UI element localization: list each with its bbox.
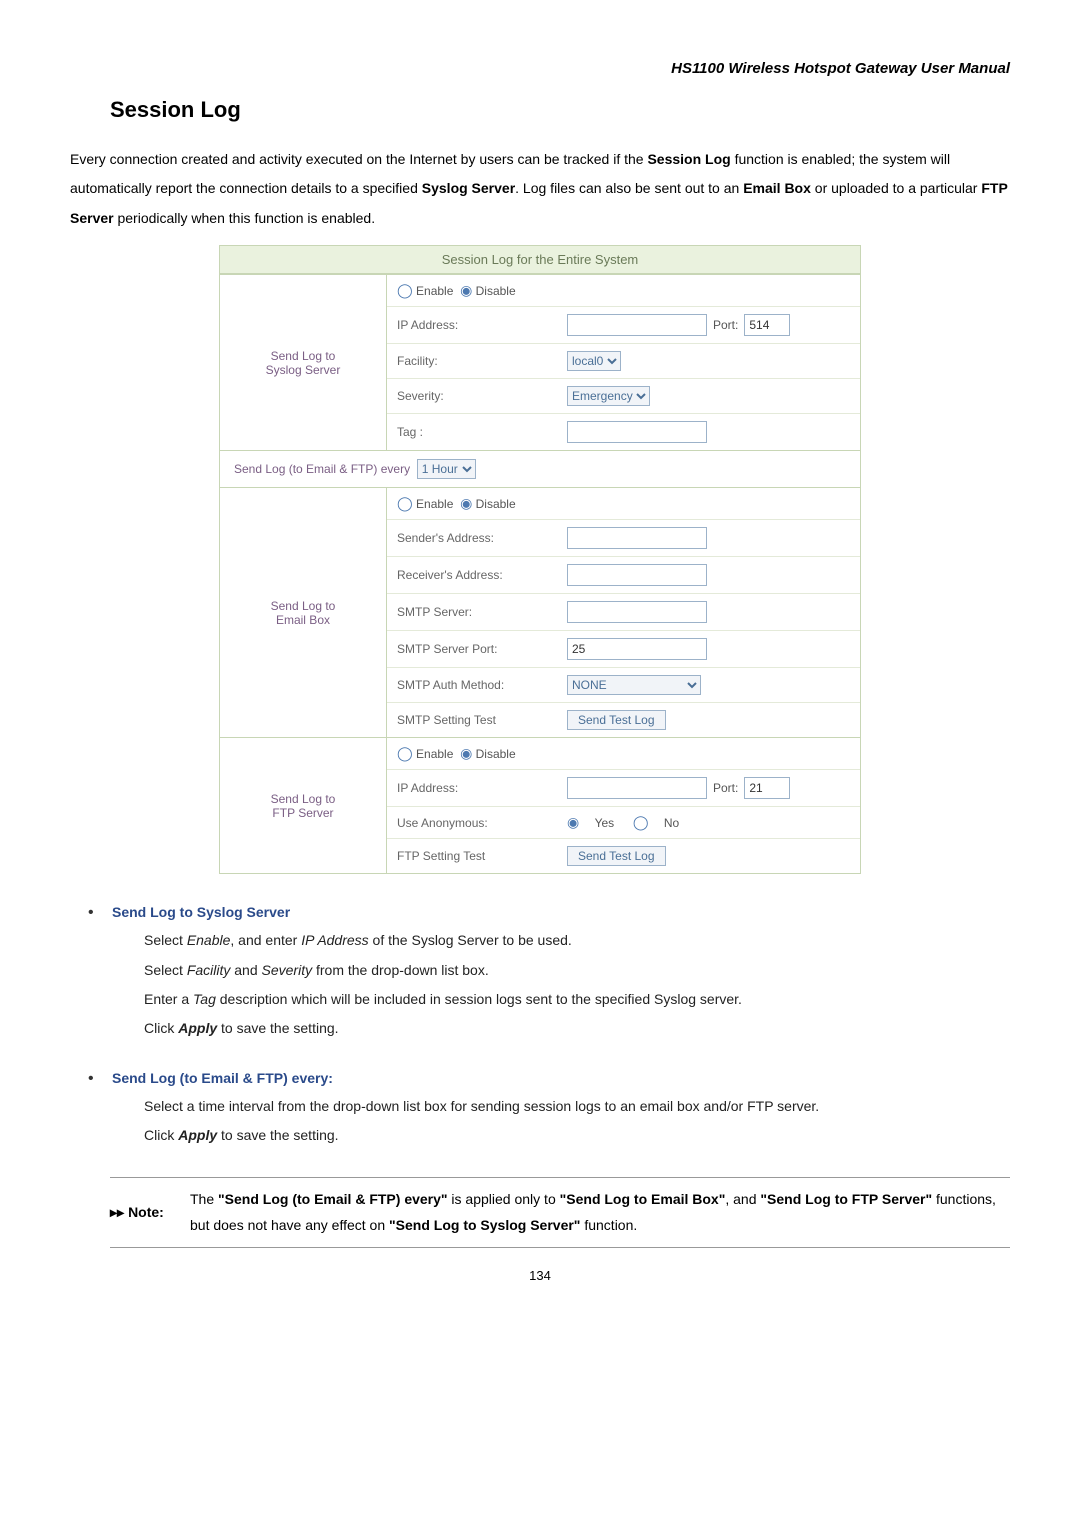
session-log-panel: Session Log for the Entire System Send L… bbox=[219, 245, 861, 874]
doc-header: HS1100 Wireless Hotspot Gateway User Man… bbox=[70, 60, 1010, 77]
radio-icon[interactable]: ◉ bbox=[460, 282, 472, 299]
interval-select[interactable]: 1 Hour bbox=[417, 459, 476, 479]
ftp-port-label: Port: bbox=[713, 781, 738, 795]
ftp-ip-label: IP Address: bbox=[397, 781, 567, 795]
ftp-test-label: FTP Setting Test bbox=[397, 849, 567, 863]
syslog-facility-select[interactable]: local0 bbox=[567, 351, 621, 371]
note-label: ▸▸Note: bbox=[110, 1186, 190, 1239]
instruction-list: Send Log to Syslog Server Select Enable,… bbox=[88, 904, 1010, 1150]
smtp-server-label: SMTP Server: bbox=[397, 605, 567, 619]
intro-paragraph: Every connection created and activity ex… bbox=[70, 145, 1010, 233]
ftp-section: Send Log to FTP Server ◯ Enable ◉ Disabl… bbox=[220, 737, 860, 873]
syslog-section-label: Send Log to Syslog Server bbox=[220, 275, 387, 450]
syslog-ip-input[interactable] bbox=[567, 314, 707, 336]
note-icon: ▸▸ bbox=[110, 1204, 124, 1221]
ftp-test-button[interactable]: Send Test Log bbox=[567, 846, 666, 866]
syslog-severity-select[interactable]: Emergency bbox=[567, 386, 650, 406]
syslog-tag-label: Tag : bbox=[397, 425, 567, 439]
bullet-body: Select a time interval from the drop-dow… bbox=[112, 1092, 1010, 1151]
ftp-section-label: Send Log to FTP Server bbox=[220, 738, 387, 873]
email-receiver-input[interactable] bbox=[567, 564, 707, 586]
interval-row: Send Log (to Email & FTP) every 1 Hour bbox=[220, 450, 860, 487]
smtp-test-label: SMTP Setting Test bbox=[397, 713, 567, 727]
intro-text: . Log files can also be sent out to an bbox=[515, 180, 743, 196]
email-sender-label: Sender's Address: bbox=[397, 531, 567, 545]
bullet-title: Send Log (to Email & FTP) every: bbox=[112, 1070, 1010, 1086]
intro-bold: Session Log bbox=[647, 151, 730, 167]
intro-text: periodically when this function is enabl… bbox=[114, 210, 376, 226]
note-text: The "Send Log (to Email & FTP) every" is… bbox=[190, 1186, 1010, 1239]
syslog-section: Send Log to Syslog Server ◯ Enable ◉ Dis… bbox=[220, 274, 860, 450]
bullet-title: Send Log to Syslog Server bbox=[112, 904, 1010, 920]
list-item: Send Log (to Email & FTP) every: Select … bbox=[88, 1070, 1010, 1151]
email-receiver-label: Receiver's Address: bbox=[397, 568, 567, 582]
ftp-port-input[interactable] bbox=[744, 777, 790, 799]
smtp-port-input[interactable] bbox=[567, 638, 707, 660]
radio-icon[interactable]: ◯ bbox=[633, 814, 649, 831]
smtp-server-input[interactable] bbox=[567, 601, 707, 623]
ftp-ip-input[interactable] bbox=[567, 777, 707, 799]
interval-label: Send Log (to Email & FTP) every bbox=[234, 462, 410, 476]
email-sender-input[interactable] bbox=[567, 527, 707, 549]
intro-text: or uploaded to a particular bbox=[811, 180, 981, 196]
enable-label: Enable bbox=[416, 747, 453, 761]
intro-bold: Syslog Server bbox=[422, 180, 515, 196]
smtp-port-label: SMTP Server Port: bbox=[397, 642, 567, 656]
smtp-auth-select[interactable]: NONE bbox=[567, 675, 701, 695]
panel-caption: Session Log for the Entire System bbox=[220, 246, 860, 274]
syslog-facility-label: Facility: bbox=[397, 354, 567, 368]
bullet-body: Select Enable, and enter IP Address of t… bbox=[112, 926, 1010, 1044]
page-number: 134 bbox=[70, 1268, 1010, 1283]
intro-bold: Email Box bbox=[743, 180, 811, 196]
intro-text: Every connection created and activity ex… bbox=[70, 151, 647, 167]
yes-label: Yes bbox=[595, 816, 615, 830]
page-title: Session Log bbox=[110, 97, 1010, 123]
syslog-ip-label: IP Address: bbox=[397, 318, 567, 332]
disable-label: Disable bbox=[476, 747, 516, 761]
radio-icon[interactable]: ◯ bbox=[397, 495, 413, 512]
syslog-enable-row: ◯ Enable ◉ Disable bbox=[387, 275, 860, 306]
email-section-label: Send Log to Email Box bbox=[220, 488, 387, 737]
enable-label: Enable bbox=[416, 284, 453, 298]
syslog-tag-input[interactable] bbox=[567, 421, 707, 443]
disable-label: Disable bbox=[476, 497, 516, 511]
radio-icon[interactable]: ◯ bbox=[397, 745, 413, 762]
radio-icon[interactable]: ◯ bbox=[397, 282, 413, 299]
radio-icon[interactable]: ◉ bbox=[567, 814, 579, 831]
smtp-test-button[interactable]: Send Test Log bbox=[567, 710, 666, 730]
radio-icon[interactable]: ◉ bbox=[460, 495, 472, 512]
no-label: No bbox=[664, 816, 679, 830]
ftp-anon-label: Use Anonymous: bbox=[397, 816, 567, 830]
disable-label: Disable bbox=[476, 284, 516, 298]
note-block: ▸▸Note: The "Send Log (to Email & FTP) e… bbox=[110, 1177, 1010, 1248]
syslog-port-input[interactable] bbox=[744, 314, 790, 336]
syslog-severity-label: Severity: bbox=[397, 389, 567, 403]
syslog-port-label: Port: bbox=[713, 318, 738, 332]
email-section: Send Log to Email Box ◯ Enable ◉ Disable… bbox=[220, 487, 860, 737]
smtp-auth-label: SMTP Auth Method: bbox=[397, 678, 567, 692]
radio-icon[interactable]: ◉ bbox=[460, 745, 472, 762]
enable-label: Enable bbox=[416, 497, 453, 511]
list-item: Send Log to Syslog Server Select Enable,… bbox=[88, 904, 1010, 1044]
